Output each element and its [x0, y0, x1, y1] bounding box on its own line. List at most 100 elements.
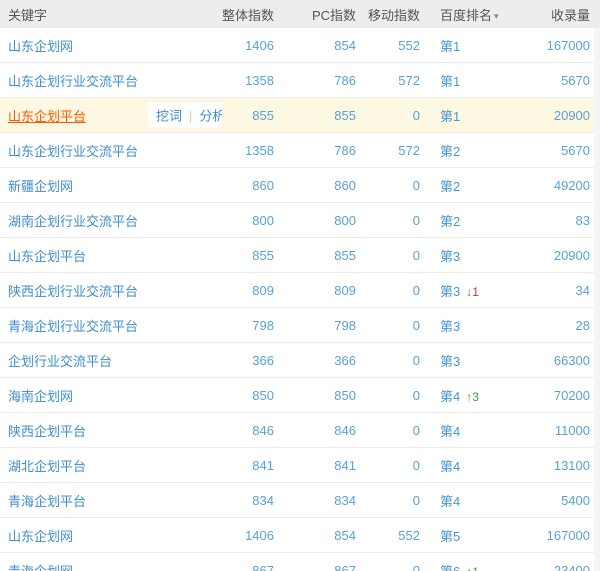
- keyword-cell: 山东企划网: [0, 28, 222, 63]
- keyword-link[interactable]: 山东企划平台: [8, 109, 86, 124]
- column-header-label: 整体指数: [222, 7, 274, 23]
- column-header-label: 百度排名: [440, 7, 493, 23]
- rank-change-value: 1: [472, 565, 479, 571]
- keyword-link[interactable]: 湖南企划行业交流平台: [8, 214, 138, 229]
- baidu-rank-cell: 第3: [420, 342, 532, 378]
- column-header-overall-index[interactable]: 整体指数▾: [222, 0, 274, 28]
- sort-desc-icon[interactable]: ▾: [494, 11, 499, 21]
- table-row: 山东企划平台 855 855 0 第3 20900: [0, 237, 600, 273]
- keyword-link[interactable]: 陕西企划平台: [8, 424, 86, 439]
- dig-words-link[interactable]: 挖词: [156, 109, 182, 124]
- pc-index-cell: 850: [274, 377, 356, 413]
- mobile-index-cell: 0: [356, 202, 420, 238]
- overall-index-cell: 809: [222, 272, 274, 308]
- rank-change: ↑1: [466, 565, 479, 571]
- table-row: 青海企划平台 834 834 0 第4 5400: [0, 482, 600, 518]
- table-row: 山东企划行业交流平台 1358 786 572 第1 5670: [0, 62, 600, 98]
- rank-value: 第2: [440, 143, 461, 159]
- index-volume-cell: 167000: [532, 28, 600, 63]
- keyword-link[interactable]: 湖北企划平台: [8, 459, 86, 474]
- rank-value: 第3: [440, 318, 461, 334]
- index-volume-cell: 66300: [532, 342, 600, 378]
- pc-index-cell: 854: [274, 517, 356, 553]
- rank-change: ↓1: [466, 285, 479, 299]
- keyword-link[interactable]: 青海企划网: [8, 564, 73, 571]
- pc-index-cell: 860: [274, 167, 356, 203]
- table-row: 青海企划网 867 867 0 第6 ↑1 23400: [0, 553, 600, 571]
- index-volume-cell: 5400: [532, 482, 600, 518]
- pc-index-cell: 798: [274, 307, 356, 343]
- keyword-link[interactable]: 山东企划网: [8, 39, 73, 54]
- overall-index-cell: 800: [222, 202, 274, 238]
- rank-change-value: 1: [472, 284, 479, 299]
- index-volume-cell: 83: [532, 202, 600, 238]
- mobile-index-cell: 0: [356, 377, 420, 413]
- keyword-link[interactable]: 山东企划平台: [8, 249, 86, 264]
- index-volume-cell: 5670: [532, 62, 600, 98]
- scrollbar-track[interactable]: [594, 28, 600, 571]
- rank-value: 第3: [440, 353, 461, 369]
- rank-value: 第2: [440, 178, 461, 194]
- index-volume-cell: 167000: [532, 517, 600, 553]
- mobile-index-cell: 552: [356, 517, 420, 553]
- keyword-link[interactable]: 山东企划行业交流平台: [8, 74, 138, 89]
- rank-value: 第2: [440, 213, 461, 229]
- overall-index-cell: 834: [222, 482, 274, 518]
- analyze-link[interactable]: 分析: [199, 109, 222, 124]
- baidu-rank-cell: 第1: [420, 97, 532, 133]
- index-volume-cell: 28: [532, 307, 600, 343]
- keyword-link[interactable]: 海南企划网: [8, 389, 73, 404]
- pc-index-cell: 800: [274, 202, 356, 238]
- overall-index-cell: 798: [222, 307, 274, 343]
- mobile-index-cell: 0: [356, 272, 420, 308]
- overall-index-cell: 850: [222, 377, 274, 413]
- rank-value: 第1: [440, 38, 461, 54]
- keyword-link[interactable]: 企划行业交流平台: [8, 354, 112, 369]
- mobile-index-cell: 572: [356, 62, 420, 98]
- column-header-label: 关键字: [8, 7, 48, 23]
- keyword-link[interactable]: 陕西企划行业交流平台: [8, 284, 138, 299]
- rank-value: 第3: [440, 283, 461, 299]
- keyword-cell: 陕西企划平台: [0, 412, 222, 448]
- table-row: 湖北企划平台 841 841 0 第4 13100: [0, 447, 600, 483]
- keyword-cell: 青海企划平台: [0, 482, 222, 518]
- pc-index-cell: 786: [274, 132, 356, 168]
- index-volume-cell: 11000: [532, 412, 600, 448]
- pc-index-cell: 786: [274, 62, 356, 98]
- column-header-index-volume: 收录量: [532, 0, 600, 28]
- rank-value: 第1: [440, 108, 461, 124]
- keyword-cell: 湖南企划行业交流平台: [0, 202, 222, 238]
- column-header-baidu-rank[interactable]: 百度排名 ▾: [420, 0, 532, 28]
- keyword-link[interactable]: 青海企划行业交流平台: [8, 319, 138, 334]
- table-header: 关键字 整体指数▾ PC指数 移动指数 百度排名▾ 收录量: [0, 0, 600, 28]
- keyword-rank-panel: 关键字 整体指数▾ PC指数 移动指数 百度排名▾ 收录量: [0, 0, 600, 571]
- column-header-label: PC指数: [311, 7, 356, 23]
- mobile-index-cell: 0: [356, 167, 420, 203]
- baidu-rank-cell: 第3 ↓1: [420, 272, 532, 308]
- index-volume-cell: 20900: [532, 97, 600, 133]
- overall-index-cell: 867: [252, 562, 274, 571]
- baidu-rank-cell: 第3: [420, 237, 532, 273]
- baidu-rank-cell: 第6 ↑1: [420, 553, 532, 571]
- table-row: 湖南企划行业交流平台 800 800 0 第2 83: [0, 202, 600, 238]
- index-volume-cell: 70200: [532, 377, 600, 413]
- pc-index-cell: 846: [274, 412, 356, 448]
- keyword-link[interactable]: 山东企划行业交流平台: [8, 144, 138, 159]
- index-volume-cell: 20900: [532, 237, 600, 273]
- rank-value: 第4: [440, 493, 461, 509]
- table-row: 企划行业交流平台 366 366 0 第3 66300: [0, 342, 600, 378]
- overall-index-cell: 1358: [222, 132, 274, 168]
- keyword-cell: 企划行业交流平台: [0, 342, 222, 378]
- keyword-link[interactable]: 新疆企划网: [8, 179, 73, 194]
- overall-index-cell: 846: [222, 412, 274, 448]
- overall-index-cell: 1358: [222, 62, 274, 98]
- baidu-rank-cell: 第3: [420, 307, 532, 343]
- keyword-cell: 新疆企划网: [0, 167, 222, 203]
- table-body: 山东企划网 1406 854 552 第1 167000 山东企划行业交流平台 …: [0, 28, 600, 571]
- keyword-link[interactable]: 山东企划网: [8, 529, 73, 544]
- keyword-link[interactable]: 青海企划平台: [8, 494, 86, 509]
- baidu-rank-cell: 第4: [420, 412, 532, 448]
- column-header-mobile-index: 移动指数: [356, 0, 420, 28]
- rank-value: 第4: [440, 388, 461, 404]
- baidu-rank-cell: 第1: [420, 62, 532, 98]
